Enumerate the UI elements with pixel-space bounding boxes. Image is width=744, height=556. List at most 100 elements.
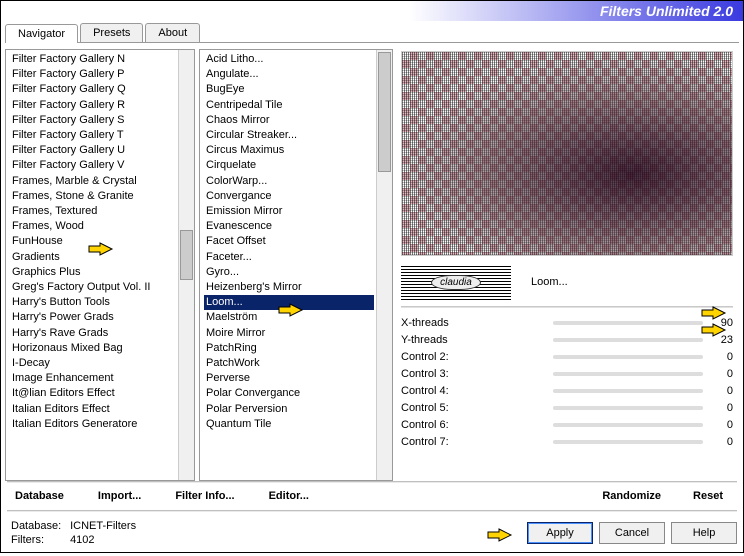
tab-navigator[interactable]: Navigator <box>5 24 78 43</box>
list-item[interactable]: Circus Maximus <box>204 143 374 158</box>
list-item[interactable]: Faceter... <box>204 250 374 265</box>
list-item[interactable]: Greg's Factory Output Vol. II <box>10 280 176 295</box>
list-item[interactable]: It@lian Editors Effect <box>10 386 176 401</box>
list-item[interactable]: Chaos Mirror <box>204 113 374 128</box>
list-item[interactable]: Horizonaus Mixed Bag <box>10 341 176 356</box>
control-slider[interactable] <box>553 321 703 325</box>
control-slider[interactable] <box>553 338 703 342</box>
cancel-button[interactable]: Cancel <box>599 522 665 544</box>
list-item[interactable]: Polar Perversion <box>204 402 374 417</box>
control-slider[interactable] <box>553 440 703 444</box>
right-linkbar: Randomize Reset <box>399 483 743 510</box>
controls-panel: X-threads90Y-threads23Control 2:0Control… <box>401 314 733 481</box>
app-title: Filters Unlimited 2.0 <box>600 3 733 19</box>
list-item[interactable]: Italian Editors Effect <box>10 402 176 417</box>
list-item[interactable]: Filter Factory Gallery P <box>10 67 176 82</box>
list-item[interactable]: Frames, Wood <box>10 219 176 234</box>
filter-list[interactable]: Acid Litho...Angulate...BugEyeCentripeda… <box>199 49 393 481</box>
control-label: Control 4: <box>401 385 545 397</box>
list-item[interactable]: Acid Litho... <box>204 52 374 67</box>
help-button[interactable]: Help <box>671 522 737 544</box>
list-item[interactable]: FunHouse <box>10 234 176 249</box>
link-database[interactable]: Database <box>15 490 64 502</box>
list-item[interactable]: Filter Factory Gallery S <box>10 113 176 128</box>
scrollbar[interactable] <box>376 50 392 480</box>
list-item[interactable]: Harry's Button Tools <box>10 295 176 310</box>
control-slider[interactable] <box>553 355 703 359</box>
control-row: Control 7: 0 <box>401 433 733 450</box>
list-item[interactable]: Filter Factory Gallery U <box>10 143 176 158</box>
control-label: Control 5: <box>401 402 545 414</box>
list-item[interactable]: Frames, Marble & Crystal <box>10 174 176 189</box>
list-item[interactable]: Moire Mirror <box>204 326 374 341</box>
list-item[interactable]: Polar Convergance <box>204 386 374 401</box>
current-filter-name: Loom... <box>531 276 568 288</box>
status-db-value: ICNET-Filters <box>70 520 136 532</box>
control-label: Control 7: <box>401 436 545 448</box>
tab-presets[interactable]: Presets <box>80 23 143 42</box>
list-item[interactable]: Filter Factory Gallery Q <box>10 82 176 97</box>
control-row: Control 4:0 <box>401 382 733 399</box>
list-item[interactable]: Centripedal Tile <box>204 98 374 113</box>
tab-about[interactable]: About <box>145 23 200 42</box>
control-slider[interactable] <box>553 406 703 410</box>
list-item[interactable]: PatchWork <box>204 356 374 371</box>
apply-button[interactable]: Apply <box>527 522 593 544</box>
list-item[interactable]: Perverse <box>204 371 374 386</box>
control-slider[interactable] <box>553 372 703 376</box>
control-slider[interactable] <box>553 389 703 393</box>
link-reset[interactable]: Reset <box>693 490 723 502</box>
list-item[interactable]: Facet Offset <box>204 234 374 249</box>
list-item[interactable]: Angulate... <box>204 67 374 82</box>
control-label: Control 6: <box>401 419 545 431</box>
list-item[interactable]: Harry's Rave Grads <box>10 326 176 341</box>
list-item[interactable]: Evanescence <box>204 219 374 234</box>
list-item[interactable]: Filter Factory Gallery N <box>10 52 176 67</box>
list-item[interactable]: ColorWarp... <box>204 174 374 189</box>
list-item[interactable]: Filter Factory Gallery T <box>10 128 176 143</box>
list-item[interactable]: PatchRing <box>204 341 374 356</box>
list-item[interactable]: Convergance <box>204 189 374 204</box>
list-item[interactable]: Circular Streaker... <box>204 128 374 143</box>
list-item[interactable]: Quantum Tile <box>204 417 374 432</box>
control-slider[interactable] <box>553 423 703 427</box>
list-item[interactable]: Cirquelate <box>204 158 374 173</box>
link-randomize[interactable]: Randomize <box>602 490 661 502</box>
list-item[interactable]: Italian Editors Generatore <box>10 417 176 432</box>
control-row: Control 2: 0 <box>401 348 733 365</box>
left-linkbar: Database Import... Filter Info... Editor… <box>1 483 399 510</box>
status-filters-label: Filters: <box>11 533 67 547</box>
list-item[interactable]: Frames, Textured <box>10 204 176 219</box>
list-item[interactable]: Image Enhancement <box>10 371 176 386</box>
control-row: Control 3:0 <box>401 365 733 382</box>
category-list[interactable]: Filter Factory Gallery NFilter Factory G… <box>5 49 195 481</box>
list-item[interactable]: Filter Factory Gallery V <box>10 158 176 173</box>
link-editor[interactable]: Editor... <box>269 490 309 502</box>
list-item[interactable]: Gyro... <box>204 265 374 280</box>
control-row: Control 5: 0 <box>401 399 733 416</box>
scrollbar[interactable] <box>178 50 194 480</box>
control-row: Y-threads23 <box>401 331 733 348</box>
list-item[interactable]: BugEye <box>204 82 374 97</box>
status-filters-value: 4102 <box>70 534 94 546</box>
list-item[interactable]: Filter Factory Gallery R <box>10 98 176 113</box>
list-item[interactable]: Frames, Stone & Granite <box>10 189 176 204</box>
list-item[interactable]: Heizenberg's Mirror <box>204 280 374 295</box>
link-filter-info[interactable]: Filter Info... <box>175 490 234 502</box>
tabs: Navigator Presets About <box>5 23 739 43</box>
link-import[interactable]: Import... <box>98 490 141 502</box>
status-db-label: Database: <box>11 519 67 533</box>
list-item[interactable]: Graphics Plus <box>10 265 176 280</box>
list-item[interactable]: Maelström <box>204 310 374 325</box>
control-value: 0 <box>711 436 733 448</box>
list-item[interactable]: Gradients <box>10 250 176 265</box>
control-label: Control 2: <box>401 351 545 363</box>
list-item[interactable]: Harry's Power Grads <box>10 310 176 325</box>
list-item[interactable]: Emission Mirror <box>204 204 374 219</box>
control-value: 0 <box>711 402 733 414</box>
list-item[interactable]: Loom... <box>204 295 374 310</box>
control-label: X-threads <box>401 317 545 329</box>
control-row: X-threads90 <box>401 314 733 331</box>
control-value: 0 <box>711 351 733 363</box>
list-item[interactable]: I-Decay <box>10 356 176 371</box>
